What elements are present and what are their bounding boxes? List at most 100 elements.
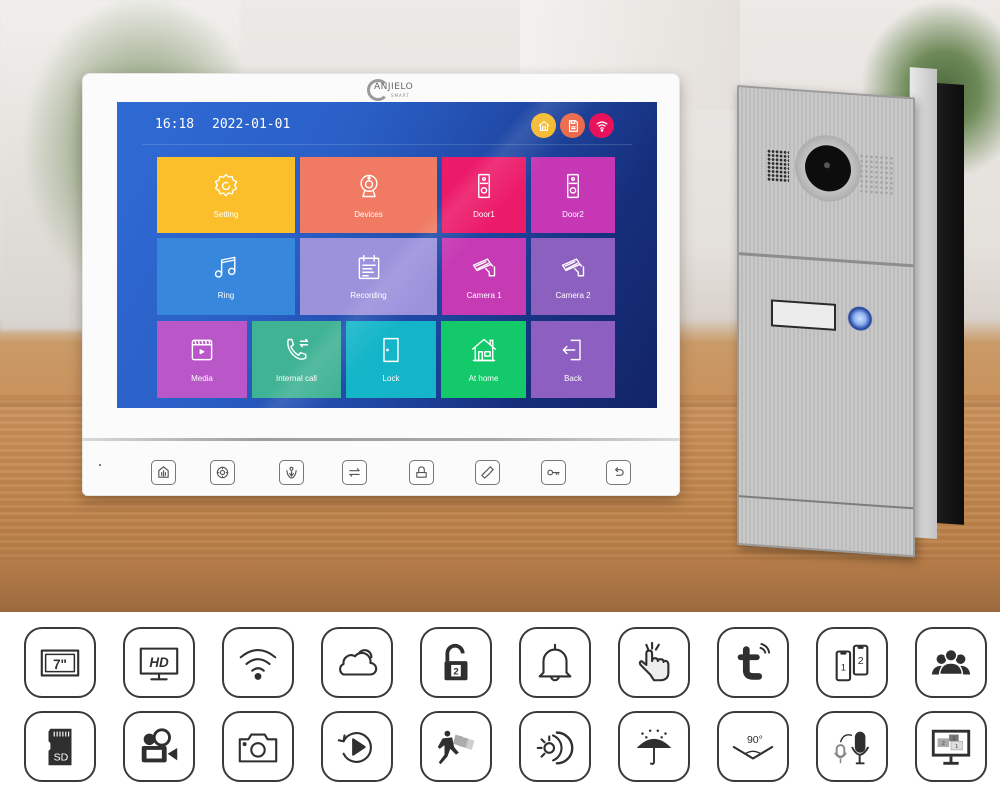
microphone-grille: [859, 153, 893, 196]
playback-icon: [334, 724, 380, 770]
feature-badge: [123, 711, 195, 782]
wifi-status-icon[interactable]: [589, 113, 614, 138]
door-station-faceplate: [737, 85, 915, 558]
hardware-button-settings[interactable]: [210, 460, 235, 485]
feature-badge: 90°: [717, 711, 789, 782]
hardware-button-key[interactable]: [541, 460, 566, 485]
feature-badge: [321, 627, 393, 698]
exit-icon: [559, 336, 587, 374]
feature-badge: [816, 711, 888, 782]
clock-time: 16:18: [155, 117, 195, 132]
feature-badge: [519, 627, 591, 698]
waterproof-icon: [631, 724, 677, 770]
svg-text:2: 2: [858, 654, 864, 666]
feature-badge: 2 31: [915, 711, 987, 782]
video-clapper-icon: [188, 336, 216, 374]
home-status-icon[interactable]: [531, 113, 556, 138]
voice-change-icon: [829, 724, 875, 770]
name-plate: [771, 299, 836, 331]
tile-label: Back: [564, 374, 582, 383]
tile-label: Door2: [562, 209, 584, 219]
touch-screen: 16:18 2022-01-01 Setting Devices Door1 Door…: [117, 102, 657, 408]
svg-text:90°: 90°: [747, 734, 763, 746]
bezel-divider: [82, 438, 680, 441]
key-icon: [546, 465, 561, 480]
calendar-list-icon: [355, 253, 383, 291]
feature-badge: [519, 711, 591, 782]
clock-date: 2022-01-01: [212, 117, 291, 132]
feature-badge: [222, 711, 294, 782]
speaker-grille: [767, 149, 789, 183]
call-button[interactable]: [847, 304, 873, 333]
faceplate-bottom-line: [739, 495, 913, 510]
unlock-icon: [414, 465, 429, 480]
outdoor-door-station: [737, 63, 997, 558]
split-screen-icon: 2 31: [928, 724, 974, 770]
tile-back[interactable]: Back: [531, 321, 615, 398]
tile-door2[interactable]: Door2: [531, 157, 615, 233]
svg-text:2: 2: [942, 741, 945, 747]
tile-internal-call[interactable]: Internal call: [252, 321, 341, 398]
feature-badge: [915, 627, 987, 698]
tile-door1[interactable]: Door1: [442, 157, 526, 233]
tile-lock[interactable]: Lock: [346, 321, 436, 398]
tile-label: Internal call: [276, 374, 317, 383]
feature-badge: [618, 711, 690, 782]
tile-label: Recording: [350, 291, 387, 300]
tile-label: Setting: [213, 209, 239, 219]
tile-media[interactable]: Media: [157, 321, 247, 398]
door-icon: [377, 336, 405, 374]
microphone-hole: [99, 464, 101, 466]
tile-label: Lock: [382, 374, 400, 383]
feature-badge: [618, 627, 690, 698]
phone-transfer-icon: [283, 336, 311, 374]
house-icon: [470, 336, 498, 374]
touch-hand-icon: [631, 640, 677, 686]
faceplate-divider: [739, 252, 913, 268]
intercom-icon: [284, 465, 299, 480]
doorbell-icon: [470, 172, 498, 210]
screen-7inch-icon: 7": [37, 640, 83, 686]
two-phones-icon: 12: [829, 640, 875, 686]
viewing-angle-icon: 90°: [730, 724, 776, 770]
status-icons: [531, 113, 614, 138]
svg-text:3: 3: [952, 736, 955, 742]
tile-camera1[interactable]: Camera 1: [442, 238, 526, 315]
tile-recording[interactable]: Recording: [300, 238, 437, 315]
tile-label: Devices: [354, 209, 383, 219]
feature-badge: [222, 627, 294, 698]
hardware-button-back[interactable]: [606, 460, 631, 485]
video-recorder-icon: [136, 724, 182, 770]
tuya-app-icon: [730, 640, 776, 686]
tile-ring[interactable]: Ring: [157, 238, 295, 315]
svg-text:HD: HD: [149, 654, 169, 669]
tile-setting[interactable]: Setting: [157, 157, 295, 233]
sd-card-status-icon[interactable]: [560, 113, 585, 138]
cctv-camera-icon: [559, 253, 587, 291]
day-night-icon: [532, 724, 578, 770]
tile-label: Camera 2: [555, 291, 591, 300]
camera-snapshot-icon: [235, 724, 281, 770]
tile-label: Media: [191, 374, 213, 383]
multi-user-icon: [928, 640, 974, 686]
feature-badge: HD: [123, 627, 195, 698]
hardware-button-intercom[interactable]: [279, 460, 304, 485]
camera-lens-icon: [795, 133, 861, 204]
hardware-button-transfer[interactable]: [342, 460, 367, 485]
hardware-button-monitor[interactable]: [151, 460, 176, 485]
hardware-button-talk[interactable]: [475, 460, 500, 485]
svg-text:7": 7": [53, 656, 67, 671]
tile-at-home[interactable]: At home: [441, 321, 526, 398]
doorbell-icon: [559, 172, 587, 210]
feature-badge: 12: [816, 627, 888, 698]
brand-logo: ANJIELO SMART: [367, 79, 427, 103]
tile-devices[interactable]: Devices: [300, 157, 437, 233]
hardware-button-lock[interactable]: [409, 460, 434, 485]
tile-camera2[interactable]: Camera 2: [531, 238, 615, 315]
cctv-camera-icon: [470, 253, 498, 291]
feature-icon-grid: 7" HD 2 1 2 SD 90° 2 3 1: [0, 612, 1000, 800]
logo-text: ANJIELO: [374, 82, 414, 92]
tile-label: Camera 1: [466, 291, 502, 300]
feature-badge: 2: [420, 627, 492, 698]
hd-monitor-icon: HD: [136, 640, 182, 686]
